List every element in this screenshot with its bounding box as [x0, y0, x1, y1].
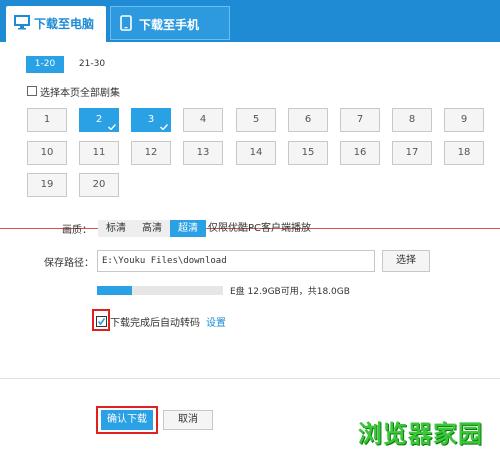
save-path-label: 保存路径： [44, 258, 94, 269]
episode-button[interactable]: 6 [288, 108, 328, 132]
quality-label: 画质： [62, 225, 92, 236]
tab-phone-label: 下载至手机 [139, 18, 200, 32]
episode-number: 10 [40, 147, 54, 158]
site-watermark: 浏览器家园 [358, 420, 483, 448]
episode-number: 3 [147, 114, 155, 125]
episode-button[interactable]: 8 [392, 108, 432, 132]
disk-usage-fill [97, 286, 133, 295]
episode-number: 4 [199, 114, 207, 125]
episode-button[interactable]: 1 [27, 108, 67, 132]
disk-usage-bar [97, 286, 223, 295]
episode-number: 1 [43, 114, 51, 125]
episode-button[interactable]: 18 [444, 141, 484, 165]
header-bar: 下载至电脑 下载至手机 [0, 0, 500, 42]
episode-button[interactable]: 20 [79, 173, 119, 197]
confirm-download-button[interactable]: 确认下载 [101, 410, 153, 430]
transcode-settings-link[interactable]: 设置 [206, 314, 226, 329]
selected-check-icon [160, 124, 168, 130]
divider [0, 378, 500, 379]
episode-button[interactable]: 9 [444, 108, 484, 132]
episode-number: 13 [196, 147, 210, 158]
episode-number: 15 [301, 147, 315, 158]
auto-transcode-row: 下载完成后自动转码 设置 [96, 313, 226, 329]
episode-button[interactable]: 7 [340, 108, 380, 132]
episode-button[interactable]: 2 [79, 108, 119, 132]
episode-number: 2 [95, 114, 103, 125]
checkbox-highlight-frame [92, 309, 110, 331]
episode-button[interactable]: 10 [27, 141, 67, 165]
select-all-checkbox[interactable] [27, 86, 37, 96]
disk-usage-text: E盘 12.9GB可用，共18.0GB [230, 287, 350, 297]
monitor-icon [14, 15, 30, 30]
episode-number: 8 [408, 114, 416, 125]
episode-number: 11 [92, 147, 106, 158]
select-all-row[interactable]: 选择本页全部剧集 [27, 84, 120, 99]
episode-number: 20 [92, 179, 106, 190]
episode-button[interactable]: 4 [183, 108, 223, 132]
tab-pc-label: 下载至电脑 [34, 17, 95, 31]
episode-button[interactable]: 15 [288, 141, 328, 165]
page-tab-1-20[interactable]: 1-20 [26, 56, 64, 73]
tab-download-to-pc[interactable]: 下载至电脑 [6, 6, 106, 42]
episode-button[interactable]: 14 [236, 141, 276, 165]
episode-button[interactable]: 3 [131, 108, 171, 132]
episode-button[interactable]: 16 [340, 141, 380, 165]
episode-button[interactable]: 17 [392, 141, 432, 165]
save-path-input[interactable]: E:\Youku Files\download [97, 250, 375, 272]
episode-number: 12 [144, 147, 158, 158]
tab-download-to-phone[interactable]: 下载至手机 [110, 6, 230, 40]
quality-option-hd[interactable]: 高清 [134, 220, 170, 237]
auto-transcode-label: 下载完成后自动转码 [110, 317, 200, 329]
episode-number: 17 [405, 147, 419, 158]
episode-number: 6 [304, 114, 312, 125]
quality-note: 仅限优酷PC客户端播放 [208, 223, 312, 234]
selected-check-icon [108, 124, 116, 130]
episode-number: 7 [356, 114, 364, 125]
episode-number: 5 [252, 114, 260, 125]
cancel-button[interactable]: 取消 [163, 410, 213, 430]
episode-number: 19 [40, 179, 54, 190]
episode-number: 16 [353, 147, 367, 158]
episode-button[interactable]: 11 [79, 141, 119, 165]
episode-button[interactable]: 12 [131, 141, 171, 165]
select-all-label: 选择本页全部剧集 [40, 87, 120, 99]
episode-number: 18 [457, 147, 471, 158]
episode-button[interactable]: 5 [236, 108, 276, 132]
quality-option-super[interactable]: 超清 [170, 220, 206, 237]
page-tab-21-30[interactable]: 21-30 [72, 56, 112, 73]
quality-option-sd[interactable]: 标清 [98, 220, 134, 237]
episode-button[interactable]: 13 [183, 141, 223, 165]
browse-button[interactable]: 选择 [382, 250, 430, 272]
phone-icon [120, 15, 132, 31]
episode-number: 9 [460, 114, 468, 125]
episode-button[interactable]: 19 [27, 173, 67, 197]
episode-number: 14 [249, 147, 263, 158]
